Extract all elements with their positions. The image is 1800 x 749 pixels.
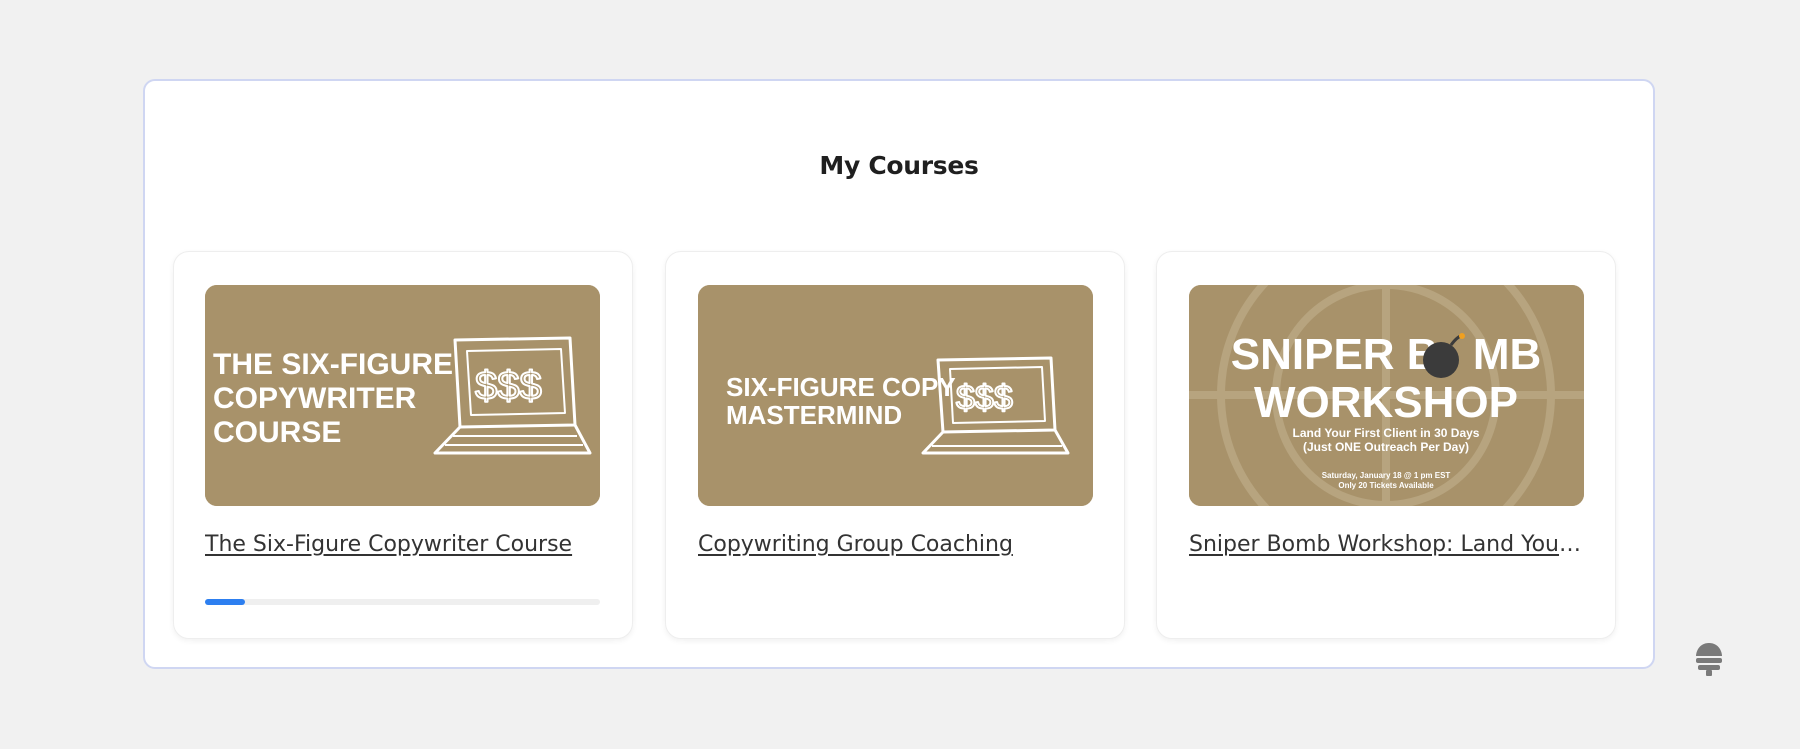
- thumbnail-text-line: THE SIX-FIGURE: [213, 348, 453, 381]
- course-card[interactable]: THE SIX-FIGURE COPYWRITER COURSE $$$ The…: [173, 251, 633, 639]
- course-thumbnail[interactable]: SIX-FIGURE COPY MASTERMIND $$$: [698, 285, 1093, 506]
- thumbnail-text-line: SIX-FIGURE COPY: [726, 372, 956, 402]
- thumbnail-detail: Saturday, January 18 @ 1 pm EST: [1322, 471, 1451, 480]
- svg-text:$$$: $$$: [956, 379, 1013, 417]
- svg-text:$$$: $$$: [475, 364, 542, 408]
- thumbnail-text-line: COURSE: [213, 416, 341, 449]
- thumbnail-headline: WORKSHOP: [1254, 378, 1518, 427]
- course-thumbnail[interactable]: SNIPER BOMB WORKSHOP Land Your First Cli…: [1189, 285, 1584, 506]
- my-courses-panel: My Courses THE SIX-FIGURE COPYWRITER COU…: [143, 79, 1655, 669]
- course-title-link[interactable]: Copywriting Group Coaching: [698, 532, 1098, 557]
- beehive-icon[interactable]: [1690, 640, 1728, 678]
- thumbnail-headline: SNIPER BOMB: [1231, 330, 1542, 379]
- course-card[interactable]: SIX-FIGURE COPY MASTERMIND $$$ Copywriti…: [665, 251, 1125, 639]
- course-thumbnail[interactable]: THE SIX-FIGURE COPYWRITER COURSE $$$: [205, 285, 600, 506]
- thumbnail-subtitle: Land Your First Client in 30 Days: [1293, 426, 1480, 440]
- thumbnail-text-line: COPYWRITER: [213, 382, 417, 415]
- course-progress-fill: [205, 599, 245, 605]
- page-title: My Courses: [819, 151, 979, 180]
- course-title-link[interactable]: Sniper Bomb Workshop: Land Your ...: [1189, 532, 1585, 557]
- thumbnail-text-line: MASTERMIND: [726, 400, 902, 430]
- thumbnail-detail: Only 20 Tickets Available: [1338, 481, 1434, 490]
- course-card[interactable]: SNIPER BOMB WORKSHOP Land Your First Cli…: [1156, 251, 1616, 639]
- thumbnail-subtitle: (Just ONE Outreach Per Day): [1303, 440, 1469, 454]
- course-title-link[interactable]: The Six-Figure Copywriter Course: [205, 532, 605, 557]
- course-progress-bar: [205, 599, 600, 605]
